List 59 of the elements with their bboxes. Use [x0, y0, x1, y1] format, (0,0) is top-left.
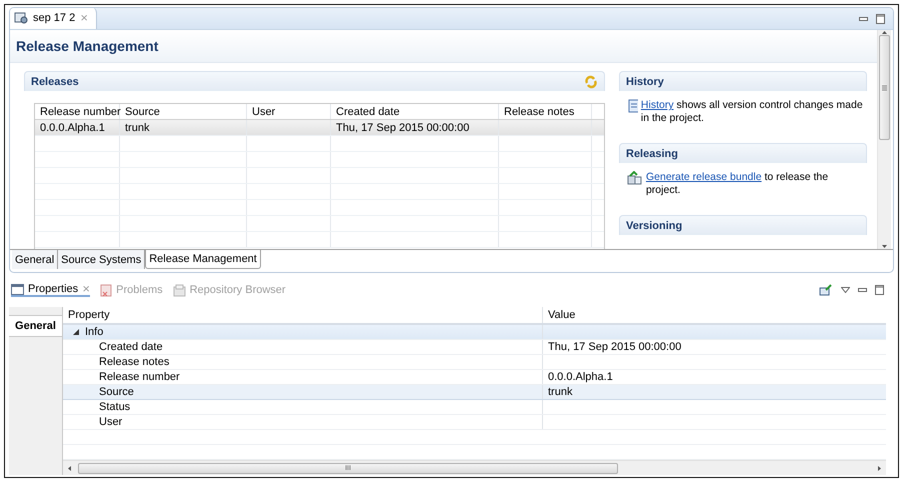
column-header[interactable]: Property	[63, 307, 543, 323]
property-row[interactable]: Source trunk	[63, 385, 886, 400]
editor-tab[interactable]: sep 17 2 ⨯	[10, 8, 98, 29]
property-value: trunk	[548, 386, 572, 398]
property-name: User	[99, 416, 122, 428]
scroll-right-icon[interactable]	[877, 466, 882, 470]
table-cell: trunk	[125, 122, 150, 134]
section-header: Versioning	[619, 215, 867, 235]
package-icon	[627, 171, 643, 185]
tab-title: sep 17 2	[33, 12, 76, 24]
property-name: Status	[99, 401, 130, 413]
property-row[interactable]: Release number 0.0.0.Alpha.1	[63, 370, 886, 385]
page-tab[interactable]: General	[12, 250, 58, 269]
minimize-icon[interactable]	[858, 288, 867, 292]
view-menu-icon[interactable]	[841, 287, 850, 293]
column-header[interactable]: Release number	[35, 104, 120, 119]
section-text: Generate release bundle to release the project.	[646, 171, 830, 197]
table-cell: 0.0.0.Alpha.1	[40, 122, 105, 134]
expanded-icon[interactable]	[73, 329, 79, 335]
category-label: Info	[85, 326, 104, 338]
column-header[interactable]: Value	[543, 307, 886, 323]
pin-icon[interactable]	[819, 284, 833, 296]
property-name: Created date	[99, 341, 163, 353]
page-tab[interactable]: Source Systems	[58, 250, 146, 269]
section-link[interactable]: Generate release bundle	[646, 171, 762, 183]
property-name: Source	[99, 386, 134, 398]
repository-icon	[172, 284, 186, 296]
table-cell: Thu, 17 Sep 2015 00:00:00	[336, 122, 470, 134]
table-row[interactable]: 0.0.0.Alpha.1 trunk Thu, 17 Sep 2015 00:00:00	[35, 120, 604, 136]
property-name: Release notes	[99, 356, 170, 368]
column-header[interactable]: Created date	[331, 104, 499, 119]
property-row[interactable]: Release notes	[63, 355, 886, 370]
maximize-icon[interactable]	[876, 14, 885, 24]
column-header[interactable]: Source	[120, 104, 247, 119]
document-icon	[627, 99, 638, 113]
scroll-left-icon[interactable]	[67, 466, 72, 470]
error-list-icon	[100, 284, 112, 296]
property-name: Release number	[99, 371, 180, 383]
section-header: Releases	[24, 71, 605, 91]
minimize-icon[interactable]	[859, 16, 868, 20]
property-row[interactable]: Created date Thu, 17 Sep 2015 00:00:00	[63, 340, 886, 355]
side-tab[interactable]: General	[9, 315, 62, 337]
view-tab[interactable]: Properties ⨯	[11, 283, 90, 297]
section-text: History shows all version control changes made in the project.	[640, 99, 864, 125]
property-value: 0.0.0.Alpha.1	[548, 371, 613, 383]
vertical-scrollbar[interactable]	[877, 30, 891, 249]
column-header[interactable]: Release notes	[499, 104, 592, 119]
section-link[interactable]: History	[640, 99, 674, 111]
property-value: Thu, 17 Sep 2015 00:00:00	[548, 341, 682, 353]
page-tab[interactable]: Release Management	[145, 250, 261, 269]
scroll-thumb[interactable]	[879, 35, 890, 140]
section-header: History	[619, 71, 867, 91]
section-header: Releasing	[619, 143, 867, 163]
property-row[interactable]: Status	[63, 400, 886, 415]
column-header[interactable]: User	[247, 104, 331, 119]
property-row[interactable]: User	[63, 415, 886, 430]
maximize-icon[interactable]	[875, 285, 884, 295]
table-icon	[11, 284, 24, 294]
tree-row[interactable]: Info	[63, 325, 886, 340]
